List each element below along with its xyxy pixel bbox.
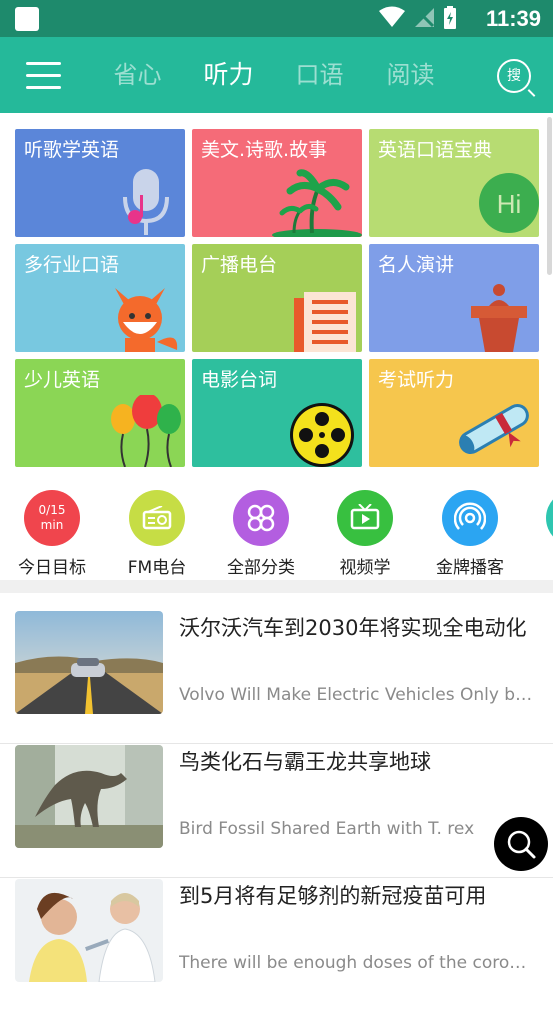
search-icon[interactable]: 搜 bbox=[497, 59, 531, 93]
balloons-icon bbox=[111, 395, 181, 467]
shortcut-label: 全部分类 bbox=[227, 558, 295, 578]
shortcut-label: 视频学 bbox=[339, 558, 391, 578]
podcast-icon bbox=[442, 490, 498, 546]
news-divider bbox=[0, 877, 553, 878]
tile-kids-english[interactable]: 少儿英语 bbox=[15, 359, 185, 467]
shortcut-today-goal[interactable]: 0/15 min 今日目标 bbox=[2, 486, 102, 578]
tv-icon bbox=[337, 490, 393, 546]
news-item[interactable]: 沃尔沃汽车到2030年将实现全电动化 Volvo Will Make Elect… bbox=[0, 611, 553, 744]
newspaper-icon bbox=[294, 292, 356, 352]
shortcut-label: 金牌播客 bbox=[436, 558, 504, 578]
more-icon bbox=[546, 490, 553, 546]
status-bar: 11:39 bbox=[0, 0, 553, 37]
tile-radio[interactable]: 广播电台 bbox=[192, 244, 362, 352]
battery-icon bbox=[444, 6, 456, 29]
no-signal-icon bbox=[414, 7, 435, 28]
tile-label: 听歌学英语 bbox=[24, 139, 120, 161]
shortcut-row: 0/15 min 今日目标 FM电台 全部分类 视频学 金牌播客 最 bbox=[0, 486, 553, 578]
shortcut-all-categories[interactable]: 全部分类 bbox=[211, 486, 311, 578]
news-thumbnail-car bbox=[15, 611, 163, 714]
tile-movie-lines[interactable]: 电影台词 bbox=[192, 359, 362, 467]
shortcut-label: FM电台 bbox=[127, 558, 187, 578]
floating-search-button[interactable] bbox=[494, 817, 548, 871]
category-grid: 听歌学英语 美文.诗歌.故事 英语口语宝典 Hi 多行业口语 广播电台 名人演讲… bbox=[15, 129, 539, 467]
scrollbar[interactable] bbox=[547, 117, 552, 275]
tab-speaking[interactable]: 口语 bbox=[274, 37, 365, 113]
magnifier-icon bbox=[507, 830, 536, 859]
tile-song-english[interactable]: 听歌学英语 bbox=[15, 129, 185, 237]
tile-label: 多行业口语 bbox=[24, 254, 120, 276]
tile-label: 名人演讲 bbox=[378, 254, 455, 276]
goal-progress: 0/15 bbox=[38, 503, 66, 517]
app-bar: 省心 听力 口语 阅读 搜 bbox=[0, 37, 553, 113]
fox-icon bbox=[115, 288, 178, 352]
goal-icon: 0/15 min bbox=[24, 490, 80, 546]
diploma-icon bbox=[459, 404, 529, 454]
tile-poetry-stories[interactable]: 美文.诗歌.故事 bbox=[192, 129, 362, 237]
tab-listening[interactable]: 听力 bbox=[183, 37, 274, 113]
shortcut-fm-radio[interactable]: FM电台 bbox=[107, 486, 207, 578]
palm-island-icon bbox=[272, 169, 362, 237]
notification-icon bbox=[15, 7, 39, 31]
tile-label: 广播电台 bbox=[201, 254, 278, 276]
news-item[interactable]: 到5月将有足够剂的新冠疫苗可用 There will be enough dos… bbox=[0, 879, 553, 1012]
tab-reading[interactable]: 阅读 bbox=[365, 37, 456, 113]
tile-industry-speaking[interactable]: 多行业口语 bbox=[15, 244, 185, 352]
menu-icon[interactable] bbox=[26, 62, 61, 90]
svg-text:Hi: Hi bbox=[497, 189, 522, 219]
clock: 11:39 bbox=[485, 6, 541, 31]
news-title: 鸟类化石与霸王龙共享地球 bbox=[179, 750, 431, 774]
podium-icon bbox=[471, 284, 527, 352]
tab-bar: 省心 听力 口语 阅读 bbox=[92, 37, 456, 113]
news-item[interactable]: 鸟类化石与霸王龙共享地球 Bird Fossil Shared Earth wi… bbox=[0, 745, 553, 878]
news-subtitle: Volvo Will Make Electric Vehicles Only b… bbox=[179, 685, 534, 705]
news-subtitle: There will be enough doses of the corona… bbox=[179, 953, 534, 973]
tile-label: 少儿英语 bbox=[24, 369, 101, 391]
tile-label: 考试听力 bbox=[378, 369, 455, 391]
tile-label: 英语口语宝典 bbox=[378, 139, 493, 161]
tile-spoken-english[interactable]: 英语口语宝典 Hi bbox=[369, 129, 539, 237]
shortcut-gold-podcast[interactable]: 金牌播客 bbox=[420, 486, 520, 578]
shortcut-more[interactable]: 最 bbox=[524, 486, 553, 578]
grid-icon bbox=[233, 490, 289, 546]
tile-label: 美文.诗歌.故事 bbox=[201, 139, 328, 161]
tile-exam-listening[interactable]: 考试听力 bbox=[369, 359, 539, 467]
shortcut-label: 最 bbox=[524, 553, 553, 578]
tab-shengxin[interactable]: 省心 bbox=[92, 37, 183, 113]
hi-bubble-icon: Hi bbox=[479, 173, 539, 233]
news-title: 沃尔沃汽车到2030年将实现全电动化 bbox=[179, 616, 527, 640]
status-icons bbox=[379, 6, 457, 30]
news-divider bbox=[0, 743, 553, 744]
film-reel-icon bbox=[290, 403, 354, 467]
wifi-icon bbox=[379, 6, 405, 27]
goal-unit: min bbox=[40, 518, 64, 532]
microphone-music-icon bbox=[123, 169, 169, 235]
news-subtitle: Bird Fossil Shared Earth with T. rex bbox=[179, 819, 475, 839]
tile-famous-speeches[interactable]: 名人演讲 bbox=[369, 244, 539, 352]
section-divider bbox=[0, 580, 553, 593]
shortcut-label: 今日目标 bbox=[18, 558, 86, 578]
news-title: 到5月将有足够剂的新冠疫苗可用 bbox=[179, 884, 487, 908]
news-thumbnail-vaccine bbox=[15, 879, 163, 982]
radio-icon bbox=[129, 490, 185, 546]
news-thumbnail-dinosaur bbox=[15, 745, 163, 848]
tile-label: 电影台词 bbox=[201, 369, 278, 391]
shortcut-video-learning[interactable]: 视频学 bbox=[315, 486, 415, 578]
